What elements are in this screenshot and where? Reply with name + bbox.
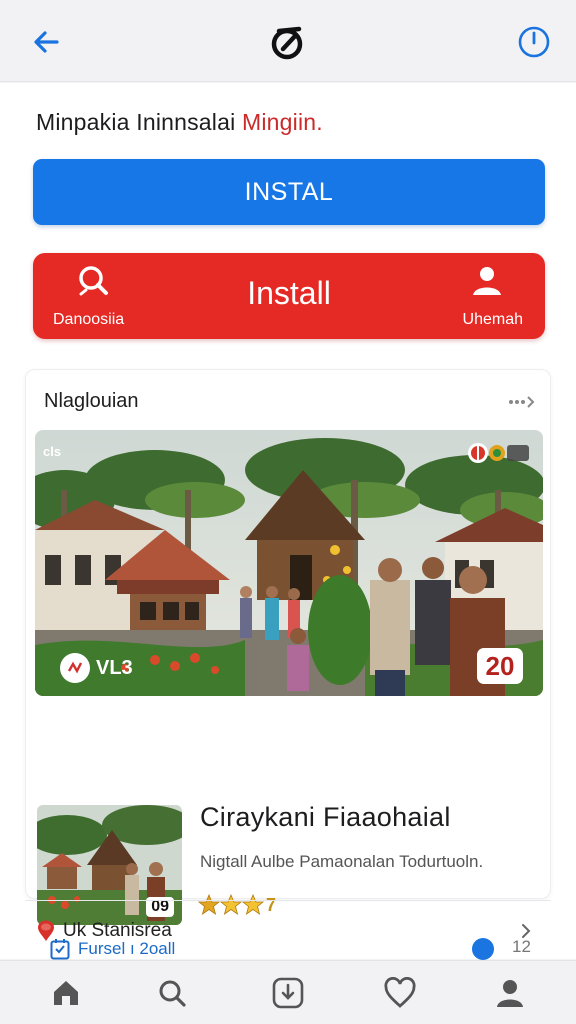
- hero-badge-right: 20: [477, 648, 523, 684]
- install-secondary-button[interactable]: Danoosiia Install Uhemah: [33, 253, 545, 339]
- flag-dot-icon: [60, 653, 90, 683]
- card-title: Nlaglouian: [44, 390, 139, 412]
- install-primary-button[interactable]: INSTAL: [33, 159, 545, 225]
- headline-text: Minpakia Ininnsalai: [36, 109, 236, 135]
- item-title: Ciraykani Fiaaohaial: [200, 802, 451, 832]
- location-pin-icon: [38, 920, 54, 941]
- nav-download[interactable]: [268, 973, 308, 1013]
- content-card: Nlaglouian cls VL3 20 09 Ciraykani Fiaao…: [25, 369, 551, 960]
- brand-logo-icon: [266, 20, 310, 64]
- nav-favorites[interactable]: [380, 973, 420, 1013]
- page-headline: Minpakia Ininnsalai Mingiin.: [36, 109, 323, 136]
- chevron-right-icon: [522, 924, 531, 938]
- install-primary-label: INSTAL: [244, 177, 334, 206]
- search-icon: [159, 980, 186, 1007]
- main-sheet: Minpakia Ininnsalai Mingiin. INSTAL Dano…: [0, 83, 576, 960]
- top-app-bar: [0, 0, 576, 82]
- install-right-label: Uhemah: [462, 311, 523, 328]
- nav-search[interactable]: [152, 973, 192, 1013]
- profile-icon: [497, 980, 523, 1007]
- install-left-label: Danoosiia: [53, 311, 125, 328]
- headline-accent: Mingiin.: [242, 109, 323, 135]
- download-icon: [272, 977, 304, 1009]
- nav-profile[interactable]: [490, 973, 530, 1013]
- more-icon[interactable]: [506, 392, 536, 412]
- hero-corner-label: cls: [43, 444, 62, 459]
- hero-image[interactable]: cls VL3 20: [35, 430, 543, 696]
- flag-icons: [468, 443, 529, 463]
- hero-corner-badges: [467, 442, 529, 464]
- hero-badge-left: VL3: [56, 652, 143, 684]
- home-icon: [54, 981, 78, 1005]
- bottom-navigation: [0, 960, 576, 1024]
- list-row-label: Uk Stanisrea: [63, 919, 172, 941]
- list-row[interactable]: Uk Stanisrea: [25, 900, 551, 960]
- hero-badge-left-text: VL3: [96, 656, 133, 679]
- heart-icon: [384, 977, 416, 1008]
- user-icon: [473, 267, 501, 295]
- back-button[interactable]: [26, 22, 66, 62]
- power-icon: [518, 26, 550, 58]
- item-subtitle: Nigtall Aulbe Pamaonalan Todurtuoln.: [200, 852, 484, 871]
- arrow-left-icon: [34, 31, 59, 53]
- nav-home[interactable]: [46, 973, 86, 1013]
- power-button[interactable]: [514, 22, 554, 62]
